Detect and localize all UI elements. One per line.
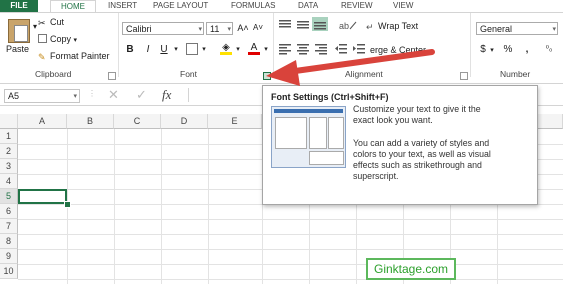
annotation-arrow	[266, 49, 435, 86]
ginktage-watermark: Ginktage.com	[366, 258, 457, 280]
arrow-head-icon	[266, 60, 300, 86]
arrow-shaft	[285, 49, 435, 75]
